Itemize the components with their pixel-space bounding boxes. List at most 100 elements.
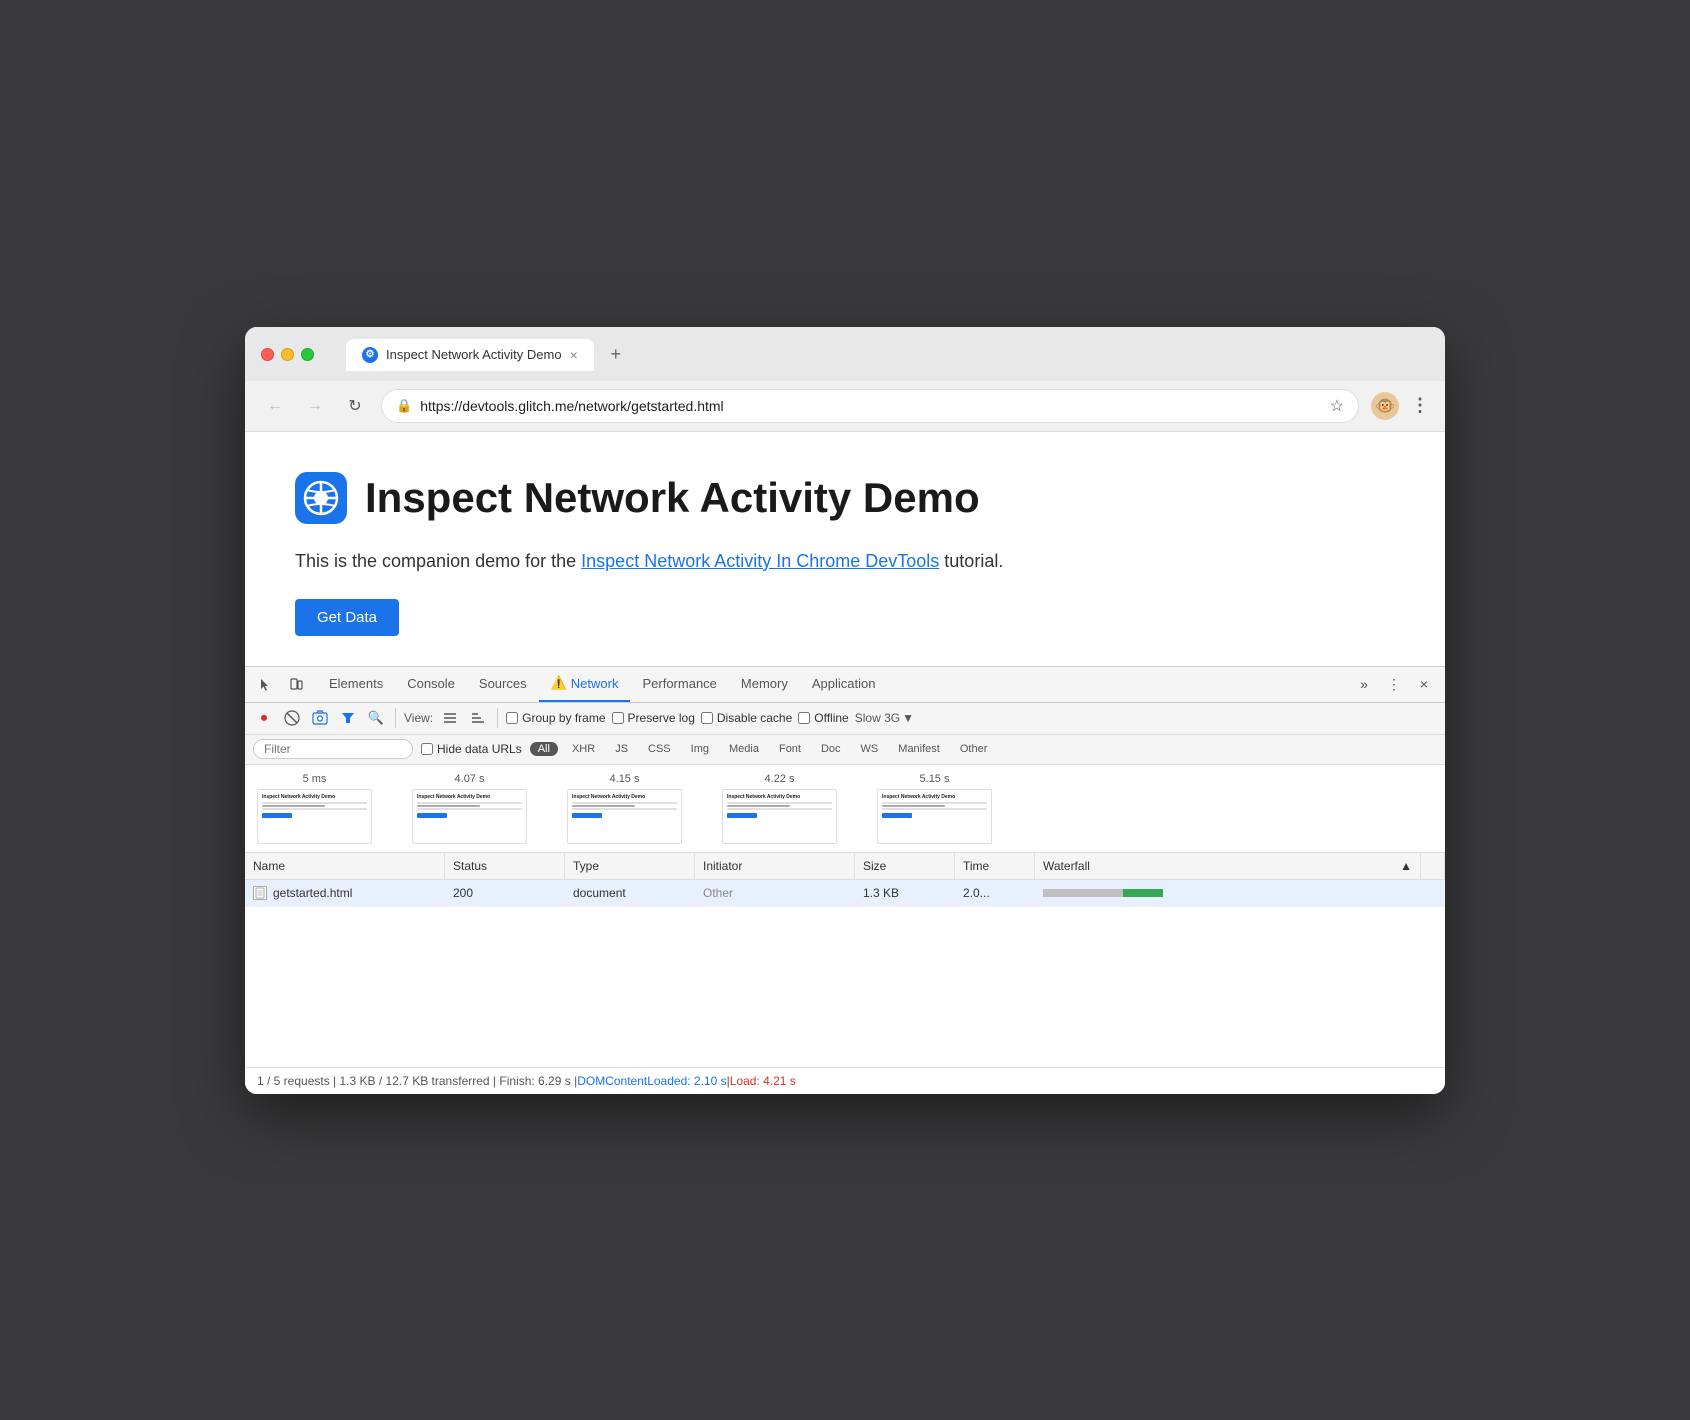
toolbar-divider [395,708,396,728]
timeline-marker-5: 5.15 s Inspect Network Activity Demo [877,773,992,844]
td-status: 200 [445,880,565,906]
page-header: Inspect Network Activity Demo [295,472,1395,524]
get-data-button[interactable]: Get Data [295,599,399,636]
th-time[interactable]: Time [955,853,1035,879]
tab-application[interactable]: Application [800,666,888,702]
tab-close-button[interactable]: × [570,347,578,363]
tab-sources-label: Sources [479,676,527,691]
th-size[interactable]: Size [855,853,955,879]
timeline-bar: 5 ms Inspect Network Activity Demo 4.07 … [245,765,1445,853]
filter-manifest-button[interactable]: Manifest [892,742,946,756]
filter-all-button[interactable]: All [530,742,558,756]
tree-view-icon[interactable] [467,707,489,729]
tab-performance[interactable]: Performance [630,666,728,702]
title-bar: ⚙ Inspect Network Activity Demo × + [245,327,1445,381]
minimize-traffic-light[interactable] [281,348,294,361]
bookmark-icon[interactable]: ☆ [1330,396,1344,416]
tab-console[interactable]: Console [395,666,467,702]
warning-icon: ⚠️ [551,675,567,691]
new-tab-button[interactable]: + [602,341,630,369]
devtools-options-button[interactable]: ⋮ [1381,671,1407,697]
browser-tab-active[interactable]: ⚙ Inspect Network Activity Demo × [346,339,594,371]
filter-doc-button[interactable]: Doc [815,742,847,756]
thumb-title-4: Inspect Network Activity Demo [727,794,832,800]
device-icon[interactable] [283,671,309,697]
group-by-frame-checkbox[interactable]: Group by frame [506,711,605,725]
timeline-thumb-2: Inspect Network Activity Demo [412,789,527,844]
table-header: Name Status Type Initiator Size Time Wat… [245,853,1445,880]
th-waterfall[interactable]: Waterfall ▲ [1035,853,1421,879]
page-logo [295,472,347,524]
filter-media-button[interactable]: Media [723,742,765,756]
offline-checkbox[interactable]: Offline [798,711,848,725]
description-prefix: This is the companion demo for the [295,551,581,571]
user-avatar[interactable]: 🐵 [1371,392,1399,420]
filter-ws-button[interactable]: WS [855,742,885,756]
tabs-bar: ⚙ Inspect Network Activity Demo × + [346,339,1429,371]
status-bar: 1 / 5 requests | 1.3 KB / 12.7 KB transf… [245,1067,1445,1094]
filter-img-button[interactable]: Img [685,742,715,756]
th-initiator[interactable]: Initiator [695,853,855,879]
list-view-icon[interactable] [439,707,461,729]
devtools-icons [253,671,309,697]
cursor-icon[interactable] [253,671,279,697]
offline-input[interactable] [798,712,810,724]
view-label: View: [404,711,433,725]
reload-button[interactable]: ↻ [341,392,369,420]
forward-button[interactable]: → [301,392,329,420]
disable-cache-input[interactable] [701,712,713,724]
screenshot-button[interactable] [309,707,331,729]
tab-console-label: Console [407,676,455,691]
filter-xhr-button[interactable]: XHR [566,742,601,756]
hide-data-urls-checkbox[interactable]: Hide data URLs [421,742,522,756]
timeline-thumb-3: Inspect Network Activity Demo [567,789,682,844]
filter-bar: Hide data URLs All XHR JS CSS Img Media … [245,735,1445,765]
tab-elements[interactable]: Elements [317,666,395,702]
disable-cache-checkbox[interactable]: Disable cache [701,711,792,725]
preserve-log-checkbox[interactable]: Preserve log [612,711,695,725]
offline-label: Offline [814,711,848,725]
description-suffix: tutorial. [939,551,1003,571]
filter-js-button[interactable]: JS [609,742,634,756]
throttle-dropdown[interactable]: Slow 3G ▼ [855,711,914,725]
file-icon [253,886,267,900]
more-tabs-button[interactable]: » [1351,671,1377,697]
title-bar-top: ⚙ Inspect Network Activity Demo × + [261,339,1429,371]
th-spacer [1421,853,1445,879]
url-bar[interactable]: 🔒 https://devtools.glitch.me/network/get… [381,389,1359,423]
filter-input[interactable] [253,739,413,759]
address-bar: ← → ↻ 🔒 https://devtools.glitch.me/netwo… [245,381,1445,432]
timeline-time-5: 5.15 s [920,773,950,785]
preserve-log-input[interactable] [612,712,624,724]
search-icon[interactable]: 🔍 [365,707,387,729]
browser-menu-icon[interactable]: ⋮ [1411,395,1429,416]
filter-css-button[interactable]: CSS [642,742,677,756]
devtools-close-button[interactable]: × [1411,671,1437,697]
th-waterfall-label: Waterfall [1043,859,1090,873]
th-name[interactable]: Name [245,853,445,879]
lock-icon: 🔒 [396,398,412,414]
tab-sources[interactable]: Sources [467,666,539,702]
close-traffic-light[interactable] [261,348,274,361]
tab-performance-label: Performance [642,676,716,691]
devtools-link[interactable]: Inspect Network Activity In Chrome DevTo… [581,551,939,571]
th-status[interactable]: Status [445,853,565,879]
td-name-value: getstarted.html [273,886,352,900]
group-by-frame-input[interactable] [506,712,518,724]
tab-memory[interactable]: Memory [729,666,800,702]
filter-other-button[interactable]: Other [954,742,994,756]
back-button[interactable]: ← [261,392,289,420]
tab-network[interactable]: ⚠️ Network [539,666,631,702]
hide-data-urls-input[interactable] [421,743,433,755]
filter-font-button[interactable]: Font [773,742,807,756]
timeline-thumb-5: Inspect Network Activity Demo [877,789,992,844]
empty-rows [245,907,1445,1067]
filter-icon[interactable] [337,707,359,729]
clear-button[interactable] [281,707,303,729]
th-type[interactable]: Type [565,853,695,879]
table-row[interactable]: getstarted.html 200 document Other 1.3 K… [245,880,1445,907]
maximize-traffic-light[interactable] [301,348,314,361]
record-button[interactable]: ⏺ [253,707,275,729]
toolbar-divider-2 [497,708,498,728]
hide-data-urls-label: Hide data URLs [437,742,522,756]
